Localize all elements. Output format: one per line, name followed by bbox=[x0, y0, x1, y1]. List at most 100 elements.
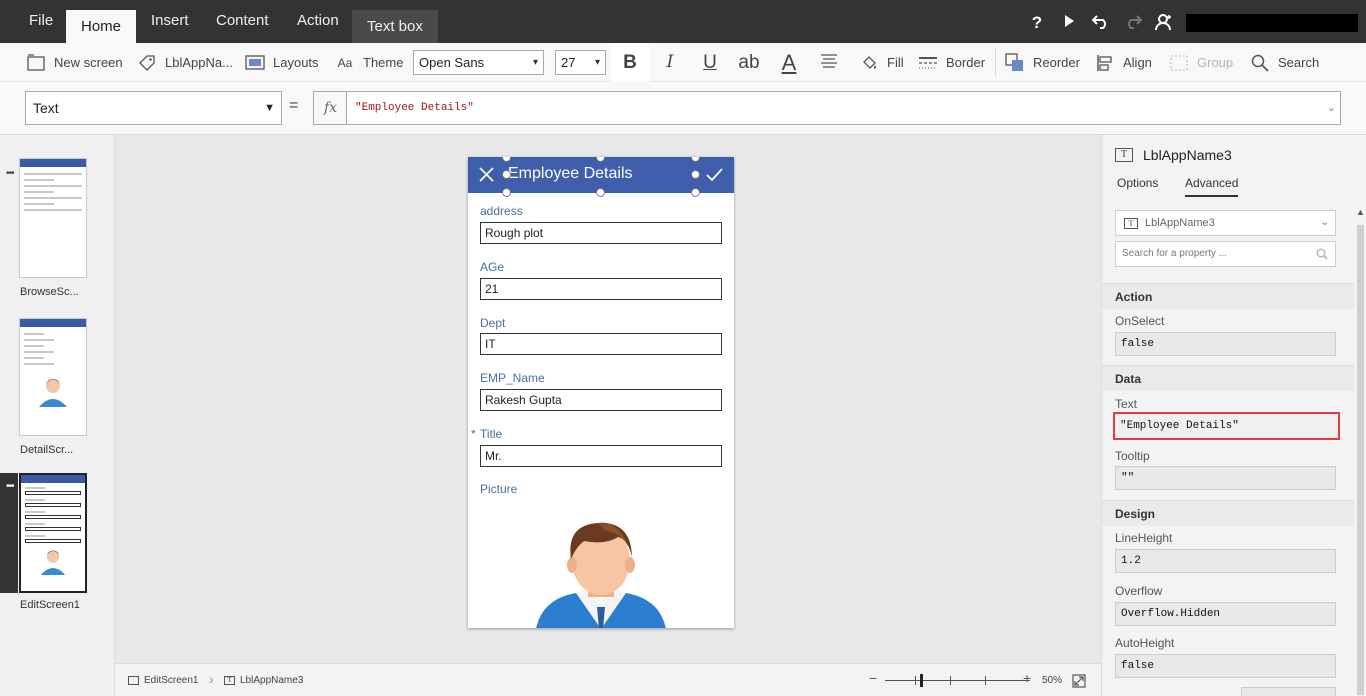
resize-handle[interactable] bbox=[502, 188, 511, 197]
new-screen-button[interactable]: New screen bbox=[26, 43, 123, 82]
zoom-in-icon[interactable]: + bbox=[1023, 670, 1031, 686]
thumb-line bbox=[24, 357, 44, 359]
thumbnail-edit-screen[interactable] bbox=[19, 473, 87, 593]
autoheight-value[interactable]: false bbox=[1115, 654, 1336, 678]
font-size-value: 27 bbox=[561, 55, 576, 70]
help-icon[interactable]: ? bbox=[1027, 13, 1047, 33]
thumb-line bbox=[24, 209, 82, 211]
scrollbar-thumb[interactable] bbox=[1357, 225, 1364, 695]
reorder-button[interactable]: Reorder bbox=[1005, 43, 1080, 82]
close-icon[interactable] bbox=[479, 167, 494, 185]
onselect-value[interactable]: false bbox=[1115, 332, 1336, 356]
resize-handle[interactable] bbox=[596, 188, 605, 197]
tab-options[interactable]: Options bbox=[1117, 176, 1158, 195]
breadcrumb-control[interactable]: T LblAppName3 bbox=[224, 675, 303, 686]
fit-to-window-icon[interactable] bbox=[1072, 674, 1086, 691]
address-input[interactable]: Rough plot bbox=[480, 222, 722, 244]
properties-scrollbar[interactable]: ▲ bbox=[1354, 205, 1366, 696]
expand-formula-icon[interactable]: ⌄ bbox=[1327, 92, 1336, 124]
font-color-button[interactable]: A bbox=[770, 43, 808, 82]
thumb-line bbox=[24, 363, 54, 365]
lineheight-value[interactable]: 1.2 bbox=[1115, 549, 1336, 573]
thumb-line bbox=[24, 351, 54, 353]
layouts-button[interactable]: Layouts bbox=[245, 43, 319, 82]
underline-button[interactable]: U bbox=[691, 43, 729, 82]
menu-tab-action[interactable]: Action bbox=[282, 0, 354, 38]
screens-panel: ••• BrowseSc... DetailScr... ••• EditScr… bbox=[0, 135, 115, 696]
checkmark-icon[interactable] bbox=[706, 168, 723, 185]
reorder-icon bbox=[1005, 52, 1025, 73]
tag-icon bbox=[137, 53, 157, 73]
chevron-down-icon: ▾ bbox=[594, 57, 600, 68]
screen-title-label[interactable]: Employee Details bbox=[508, 165, 633, 183]
more-options-icon[interactable]: ••• bbox=[6, 481, 14, 492]
fill-button[interactable]: Fill bbox=[859, 43, 904, 82]
zoom-percent: 50% bbox=[1042, 675, 1063, 686]
tooltip-value[interactable]: "" bbox=[1115, 466, 1336, 490]
overflow-label: Overflow bbox=[1115, 584, 1163, 598]
text-property-value[interactable]: "Employee Details" bbox=[1113, 412, 1340, 440]
font-size-select[interactable]: 27 ▾ bbox=[555, 50, 606, 75]
fx-icon[interactable]: fx bbox=[313, 91, 347, 125]
border-style-icon bbox=[918, 53, 938, 73]
user-icon[interactable] bbox=[1154, 13, 1174, 33]
control-name-label: LblAppNa... bbox=[165, 55, 233, 70]
menu-tab-content[interactable]: Content bbox=[201, 0, 284, 38]
zoom-slider-thumb[interactable] bbox=[920, 674, 924, 687]
breadcrumb-separator-icon: › bbox=[209, 671, 214, 687]
theme-button[interactable]: Aa Theme bbox=[335, 43, 404, 82]
undo-icon[interactable] bbox=[1091, 13, 1111, 33]
breadcrumb-screen[interactable]: EditScreen1 bbox=[128, 675, 198, 686]
employee-avatar-image[interactable] bbox=[536, 519, 666, 628]
property-select[interactable]: Text ▼ bbox=[25, 91, 282, 125]
resize-handle[interactable] bbox=[691, 188, 700, 197]
title-input[interactable]: Mr. bbox=[480, 445, 722, 467]
dept-input[interactable]: IT bbox=[480, 333, 722, 355]
thumbnail-browse-screen[interactable] bbox=[19, 158, 87, 278]
strikethrough-button[interactable]: ab bbox=[730, 43, 768, 82]
group-icon bbox=[1169, 53, 1189, 73]
thumb-line bbox=[24, 197, 82, 199]
thumb-line bbox=[25, 499, 45, 501]
overflow-value[interactable]: Overflow.Hidden bbox=[1115, 602, 1336, 626]
autoheight-label: AutoHeight bbox=[1115, 636, 1175, 650]
formula-bar: Text ▼ = fx "Employee Details" ⌄ bbox=[0, 82, 1366, 135]
age-input[interactable]: 21 bbox=[480, 278, 722, 300]
zoom-out-icon[interactable]: − bbox=[869, 670, 877, 686]
thumbnail-detail-screen[interactable] bbox=[19, 318, 87, 436]
control-select[interactable]: T LblAppName3 ⌄ bbox=[1115, 210, 1336, 236]
menu-tab-insert[interactable]: Insert bbox=[136, 0, 204, 38]
resize-handle[interactable] bbox=[502, 170, 511, 179]
search-button[interactable]: Search bbox=[1250, 43, 1319, 82]
avatar-icon bbox=[40, 550, 66, 575]
scroll-up-icon[interactable]: ▲ bbox=[1356, 207, 1365, 217]
lineheight-label: LineHeight bbox=[1115, 531, 1173, 545]
chevron-down-icon: ▾ bbox=[532, 57, 538, 68]
preview-play-icon[interactable] bbox=[1059, 13, 1079, 33]
property-search-input[interactable]: Search for a property ... bbox=[1115, 241, 1336, 267]
layouts-icon bbox=[245, 53, 265, 73]
layouts-label: Layouts bbox=[273, 55, 319, 70]
property-value-partial[interactable] bbox=[1241, 687, 1336, 696]
edit-screen[interactable]: Employee Details address Rough plot AGe … bbox=[468, 157, 734, 628]
tab-advanced[interactable]: Advanced bbox=[1185, 176, 1239, 197]
thumb-line bbox=[25, 511, 45, 513]
border-button[interactable]: Border bbox=[918, 43, 985, 82]
italic-button[interactable]: I bbox=[651, 43, 689, 82]
menu-tab-text-box[interactable]: Text box bbox=[352, 10, 438, 43]
formula-input[interactable]: "Employee Details" ⌄ bbox=[346, 91, 1341, 125]
text-align-button[interactable] bbox=[810, 43, 848, 82]
menu-tab-file[interactable]: File bbox=[14, 0, 68, 38]
font-family-select[interactable]: Open Sans ▾ bbox=[413, 50, 544, 75]
label-control-icon: T bbox=[1115, 148, 1133, 162]
resize-handle[interactable] bbox=[691, 170, 700, 179]
control-name-button[interactable]: LblAppNa... bbox=[137, 43, 233, 82]
zoom-slider[interactable] bbox=[885, 674, 1030, 687]
more-options-icon[interactable]: ••• bbox=[6, 168, 14, 179]
align-button[interactable]: Align bbox=[1095, 43, 1152, 82]
thumb-line bbox=[25, 487, 45, 489]
menu-tab-home[interactable]: Home bbox=[66, 10, 137, 43]
emp-name-input[interactable]: Rakesh Gupta bbox=[480, 389, 722, 411]
bold-button[interactable]: B bbox=[611, 43, 649, 82]
property-search-placeholder: Search for a property ... bbox=[1122, 248, 1228, 259]
